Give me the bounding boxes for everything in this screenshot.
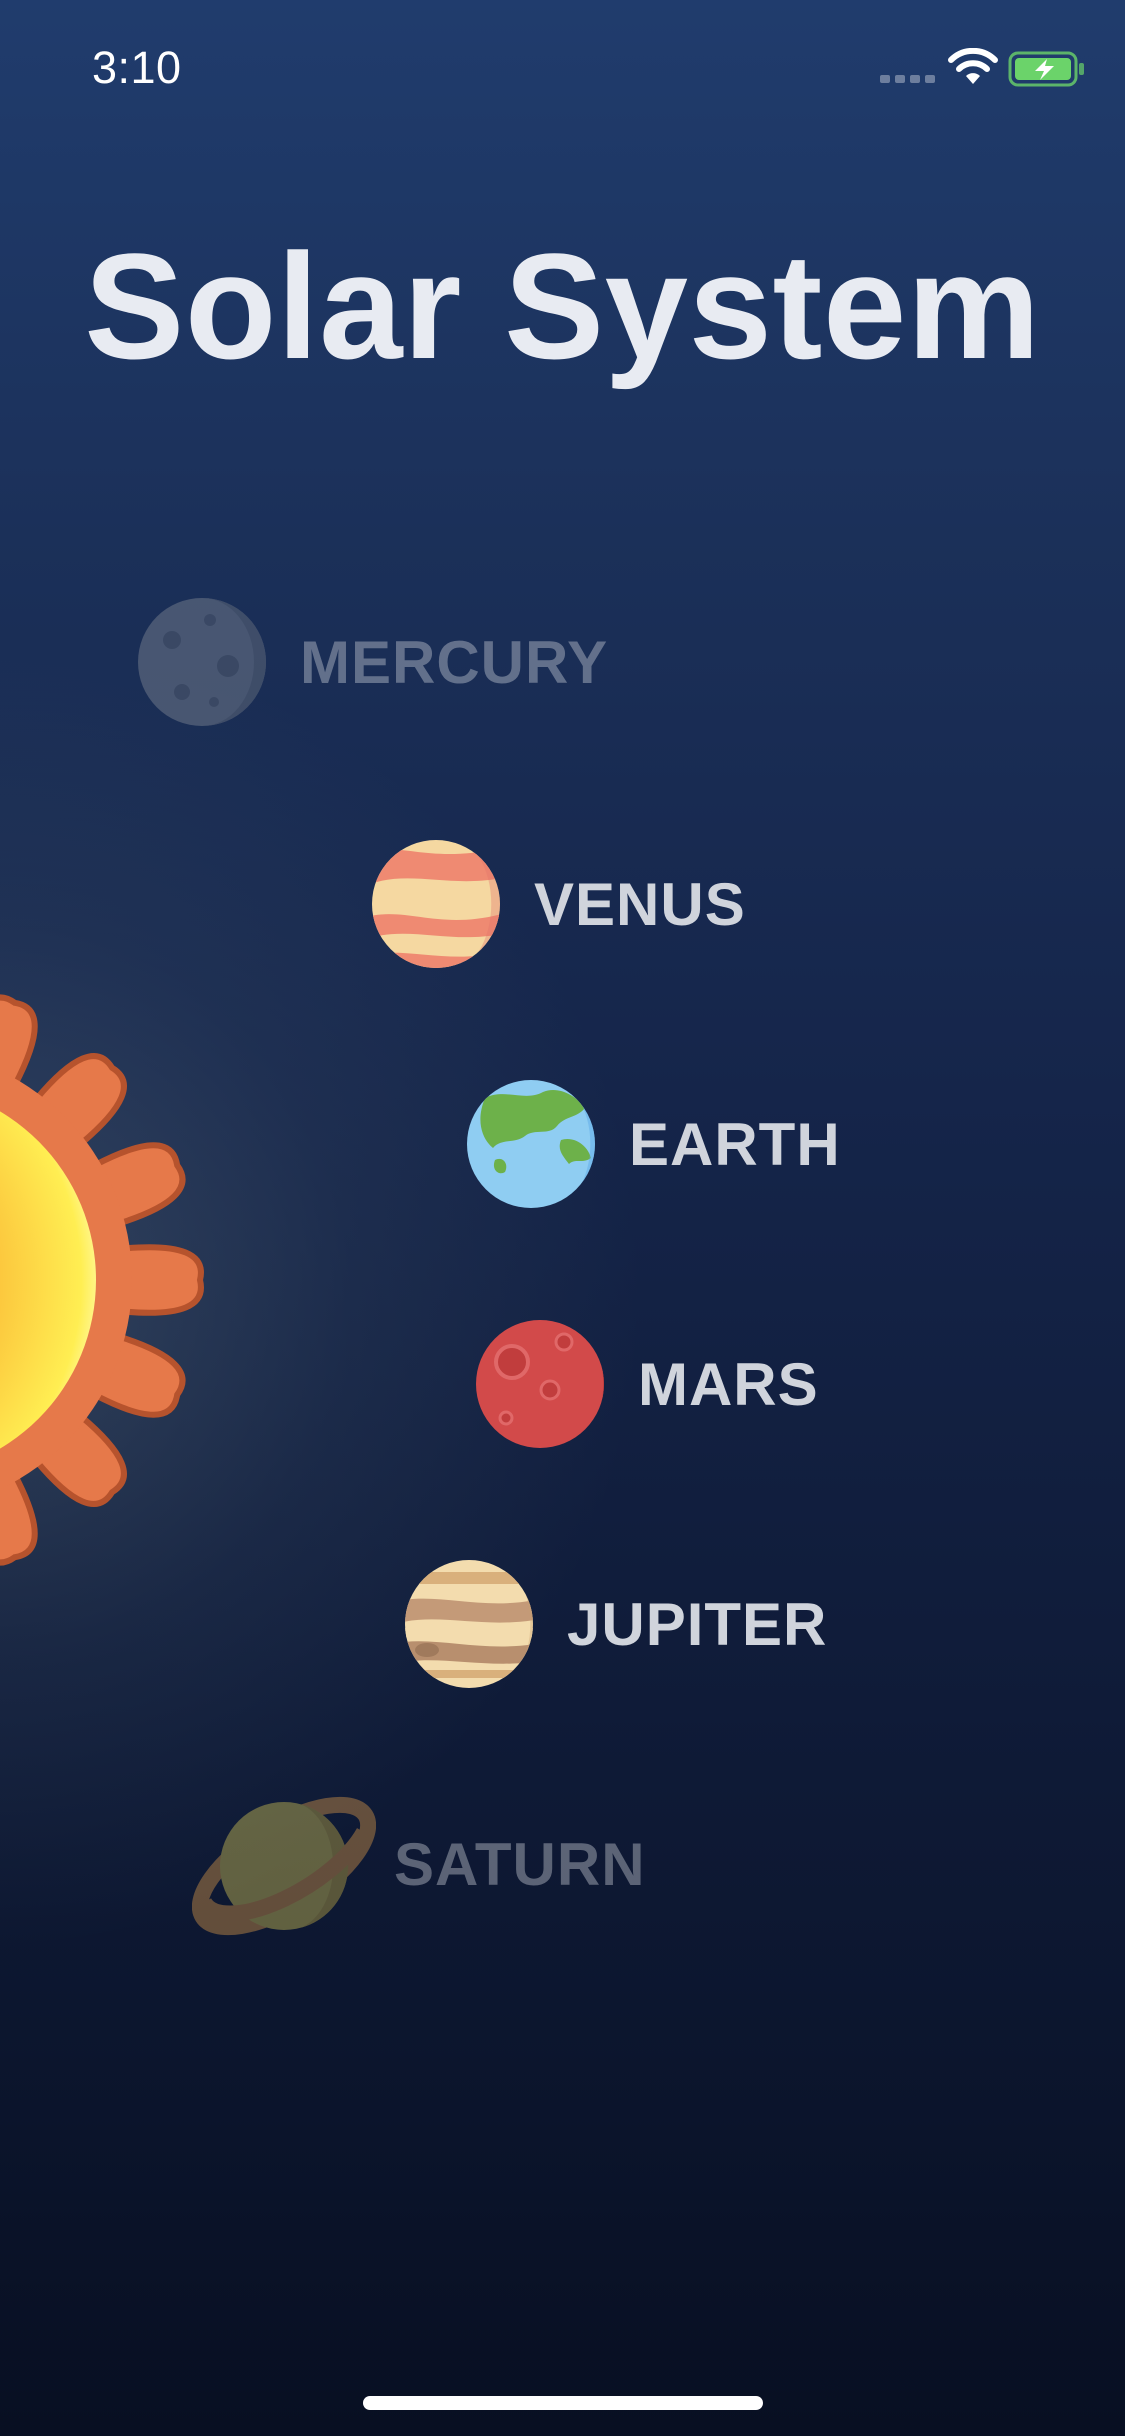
venus-icon [372,840,500,968]
cellular-signal-icon [880,75,935,83]
planet-label-saturn: SATURN [394,1830,646,1898]
planet-item-mercury[interactable]: MERCURY [136,592,608,732]
status-time: 3:10 [92,42,182,93]
sun-icon [0,994,204,1566]
battery-charging-icon [1008,51,1084,87]
mercury-icon [138,598,266,726]
sun-ray [0,994,38,1090]
planet-item-venus[interactable]: VENUS [370,834,746,974]
mars-icon [476,1320,604,1448]
planet-label-jupiter: JUPITER [567,1590,828,1658]
planet-item-saturn[interactable]: SATURN [192,1784,646,1944]
planet-item-mars[interactable]: MARS [474,1314,819,1454]
sun-ray [0,1470,38,1566]
planet-label-earth: EARTH [629,1110,841,1178]
saturn-icon [192,1796,376,1936]
planet-item-jupiter[interactable]: JUPITER [403,1554,827,1694]
solar-system-screen: 3:10 Solar System MERCURY VENUS EARTH MA… [0,0,1125,2436]
sun-ray [120,1244,204,1316]
home-indicator[interactable] [363,2396,763,2410]
status-bar: 3:10 [0,0,1125,140]
planet-label-venus: VENUS [534,870,746,938]
planet-label-mars: MARS [638,1350,819,1418]
page-title: Solar System [84,222,1041,390]
jupiter-icon [405,1560,533,1688]
planet-item-earth[interactable]: EARTH [465,1074,841,1214]
planet-label-mercury: MERCURY [300,628,609,696]
earth-icon [467,1080,595,1208]
wifi-icon [948,48,998,84]
